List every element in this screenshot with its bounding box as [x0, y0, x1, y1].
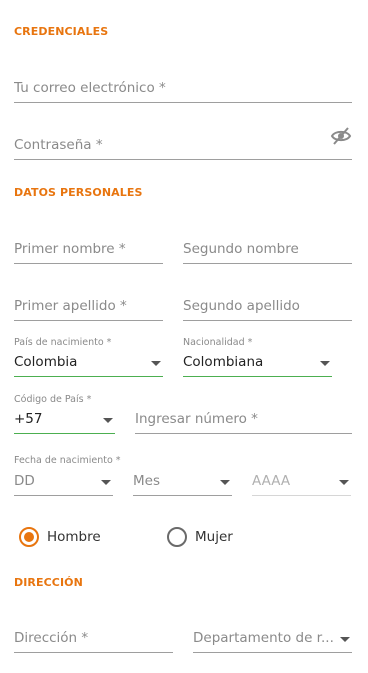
birth-country-value: Colombia	[14, 354, 78, 370]
email-underline	[14, 102, 352, 103]
phone-number-placeholder: Ingresar número *	[135, 411, 258, 427]
birth-country-select[interactable]: País de nacimiento * Colombia	[14, 337, 163, 377]
birth-month-underline	[133, 495, 232, 496]
department-underline	[193, 652, 352, 653]
birth-date-caption: Fecha de nacimiento *	[14, 455, 121, 466]
country-code-select[interactable]: Código de País * +57	[14, 394, 115, 434]
birth-month-select[interactable]: Mes	[133, 468, 232, 496]
birth-day-value: DD	[14, 473, 35, 489]
phone-number-underline	[135, 433, 352, 434]
gender-radio-hombre[interactable]	[19, 527, 39, 547]
email-placeholder: Tu correo electrónico *	[14, 80, 166, 96]
birth-day-select[interactable]: DD	[14, 468, 113, 496]
first-name-placeholder: Primer nombre *	[14, 241, 126, 257]
address-underline	[14, 652, 173, 653]
first-lastname-underline	[14, 320, 163, 321]
personal-section-title: DATOS PERSONALES	[14, 186, 143, 199]
phone-number-field[interactable]: Ingresar número *	[135, 404, 352, 434]
email-field[interactable]: Tu correo electrónico *	[14, 72, 352, 103]
middle-name-underline	[183, 263, 352, 264]
birth-year-select[interactable]: AAAA	[252, 468, 351, 496]
second-lastname-underline	[183, 320, 352, 321]
chevron-down-icon	[220, 480, 230, 485]
credentials-section-title: CREDENCIALES	[14, 25, 109, 38]
password-underline	[14, 159, 352, 160]
nationality-underline	[183, 376, 332, 377]
chevron-down-icon	[340, 637, 350, 642]
password-field[interactable]: Contraseña *	[14, 129, 352, 160]
eye-slash-icon[interactable]	[330, 126, 352, 150]
birth-country-underline	[14, 376, 163, 377]
chevron-down-icon	[339, 480, 349, 485]
address-placeholder: Dirección *	[14, 630, 89, 646]
nationality-caption: Nacionalidad *	[183, 337, 253, 348]
birth-country-caption: País de nacimiento *	[14, 337, 112, 348]
chevron-down-icon	[103, 418, 113, 423]
nationality-select[interactable]: Nacionalidad * Colombiana	[183, 337, 332, 377]
country-code-underline	[14, 433, 115, 434]
birth-year-underline	[252, 495, 351, 496]
birth-year-value: AAAA	[252, 473, 291, 489]
first-lastname-placeholder: Primer apellido *	[14, 298, 127, 314]
chevron-down-icon	[151, 361, 161, 366]
first-name-underline	[14, 263, 163, 264]
department-placeholder: Departamento de r...	[193, 630, 334, 646]
middle-name-field[interactable]: Segundo nombre	[183, 234, 352, 264]
birth-month-value: Mes	[133, 473, 160, 489]
department-select[interactable]: Departamento de r...	[193, 623, 352, 653]
second-lastname-field[interactable]: Segundo apellido	[183, 291, 352, 321]
password-placeholder: Contraseña *	[14, 137, 103, 153]
first-lastname-field[interactable]: Primer apellido *	[14, 291, 163, 321]
chevron-down-icon	[320, 361, 330, 366]
gender-label-mujer[interactable]: Mujer	[195, 529, 233, 545]
address-field[interactable]: Dirección *	[14, 623, 173, 653]
chevron-down-icon	[101, 480, 111, 485]
nationality-value: Colombiana	[183, 354, 264, 370]
country-code-caption: Código de País *	[14, 394, 92, 405]
middle-name-placeholder: Segundo nombre	[183, 241, 299, 257]
first-name-field[interactable]: Primer nombre *	[14, 234, 163, 264]
gender-label-hombre[interactable]: Hombre	[47, 529, 101, 545]
birth-day-underline	[14, 495, 113, 496]
gender-radio-mujer[interactable]	[167, 527, 187, 547]
country-code-value: +57	[14, 411, 43, 427]
address-section-title: DIRECCIÓN	[14, 576, 83, 589]
second-lastname-placeholder: Segundo apellido	[183, 298, 300, 314]
